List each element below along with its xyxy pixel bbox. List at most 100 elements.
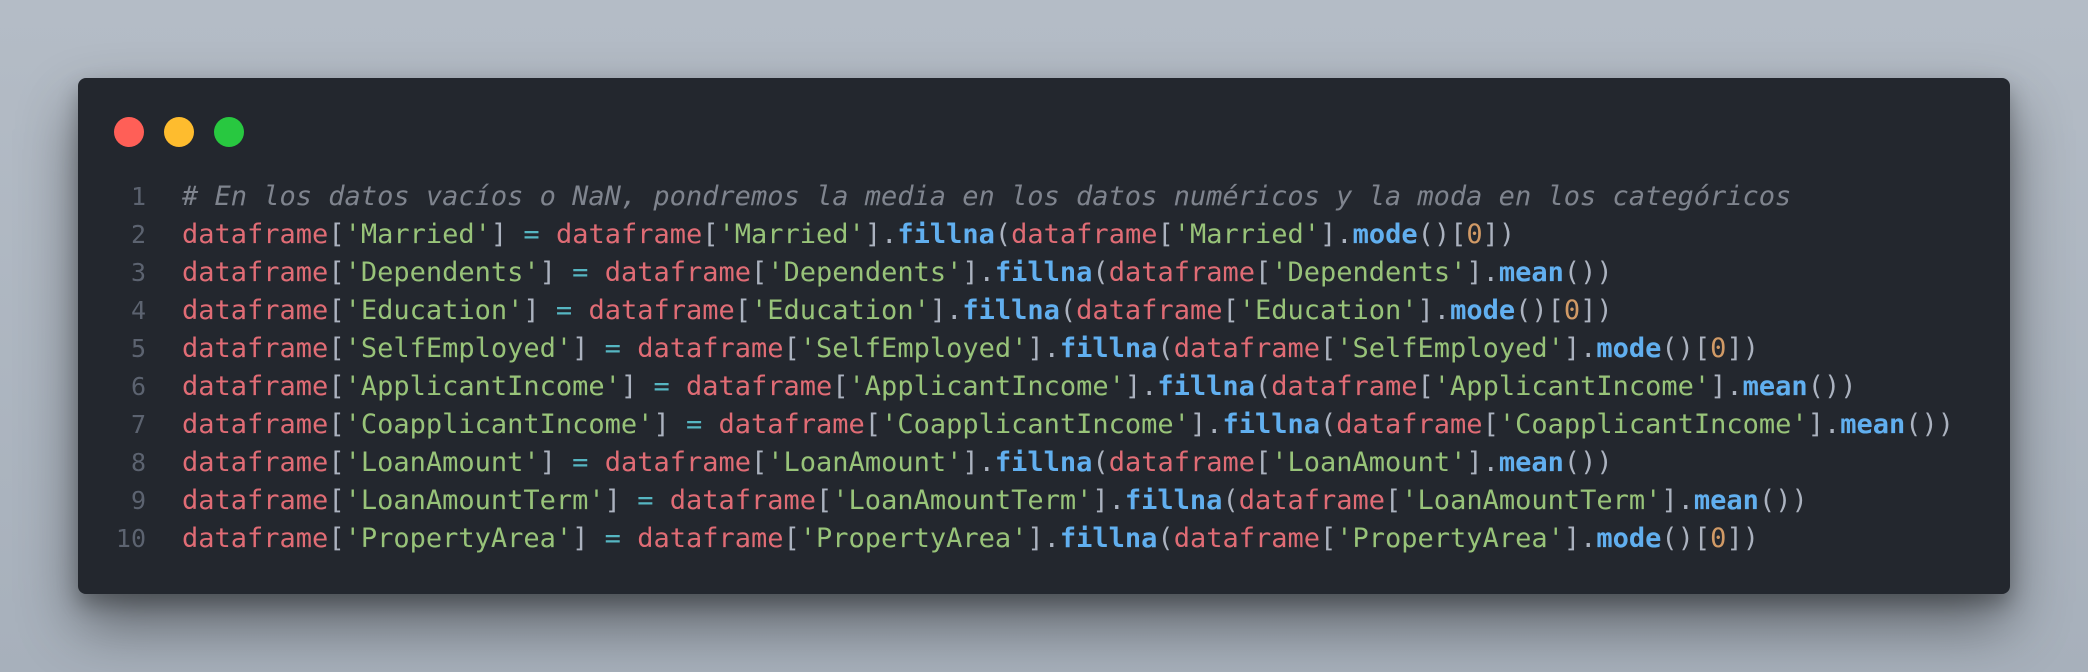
line-number: 5	[130, 334, 146, 363]
token-var: dataframe	[182, 409, 329, 440]
token-fn: fillna	[1124, 485, 1223, 516]
token-punc: [	[1417, 371, 1434, 402]
token-punc: (	[1222, 485, 1239, 516]
token-var: dataframe	[1076, 295, 1223, 326]
token-punc: ].	[1710, 371, 1743, 402]
line-number: 1	[130, 182, 146, 211]
token-punc: ())	[1563, 257, 1613, 288]
token-str: 'SelfEmployed'	[1336, 333, 1564, 364]
line-number: 2	[130, 220, 146, 249]
token-punc: ()[	[1417, 219, 1467, 250]
token-punc: ]	[604, 485, 621, 516]
token-fn: mean	[1742, 371, 1808, 402]
token-punc: ].	[1563, 333, 1597, 364]
token-str: 'LoanAmount'	[1271, 447, 1467, 478]
token-punc: [	[1255, 257, 1272, 288]
token-op: =	[507, 219, 556, 250]
line-code: dataframe['Dependents'] = dataframe['Dep…	[182, 254, 1613, 292]
token-str: 'ApplicantIncome'	[1433, 371, 1711, 402]
token-var: dataframe	[182, 257, 329, 288]
token-str: 'SelfEmployed'	[799, 333, 1028, 364]
line-code: dataframe['Married'] = dataframe['Marrie…	[182, 216, 1515, 254]
token-str: 'LoanAmount'	[344, 447, 540, 478]
token-punc: ].	[929, 295, 963, 326]
token-str: 'Education'	[751, 295, 930, 326]
token-op: =	[588, 333, 638, 364]
token-punc: ]	[539, 257, 556, 288]
token-punc: (	[1092, 447, 1109, 478]
token-punc: [	[1320, 523, 1337, 554]
token-str: 'ApplicantIncome'	[848, 371, 1125, 402]
token-punc: ].	[962, 257, 995, 288]
minimize-dot-icon[interactable]	[164, 117, 194, 147]
token-var: dataframe	[588, 295, 735, 326]
token-punc: [	[1157, 219, 1174, 250]
token-punc: ].	[1466, 447, 1499, 478]
token-op: =	[637, 371, 686, 402]
token-punc: [	[783, 523, 800, 554]
token-punc: [	[1320, 333, 1337, 364]
token-punc: ())	[1563, 447, 1613, 478]
token-punc: [	[328, 219, 345, 250]
token-punc: [	[1255, 447, 1272, 478]
token-punc: (	[1254, 371, 1272, 402]
line-code: dataframe['PropertyArea'] = dataframe['P…	[182, 520, 1759, 558]
close-dot-icon[interactable]	[114, 117, 144, 147]
token-str: 'CoapplicantIncome'	[344, 409, 654, 440]
token-punc: ].	[1417, 295, 1451, 326]
token-fn: fillna	[994, 257, 1093, 288]
token-var: dataframe	[182, 295, 329, 326]
token-punc: [	[832, 371, 849, 402]
token-punc: [	[751, 257, 768, 288]
token-punc: [	[1222, 295, 1239, 326]
token-str: 'Married'	[344, 219, 491, 250]
line-number: 10	[115, 524, 146, 553]
token-punc: [	[702, 219, 719, 250]
line-number: 8	[130, 448, 146, 477]
token-str: 'PropertyArea'	[344, 523, 573, 554]
token-punc: ].	[1027, 333, 1060, 364]
maximize-dot-icon[interactable]	[214, 117, 244, 147]
line-number: 6	[130, 372, 146, 401]
line-code: dataframe['CoapplicantIncome'] = datafra…	[182, 406, 1954, 444]
token-num: 0	[1563, 295, 1581, 326]
token-op: =	[588, 523, 638, 554]
token-punc: [	[734, 295, 752, 326]
token-str: 'Dependents'	[344, 257, 540, 288]
token-var: dataframe	[182, 333, 329, 364]
token-fn: mean	[1840, 409, 1906, 440]
token-str: 'Education'	[1238, 295, 1418, 326]
token-punc: ].	[864, 219, 898, 250]
token-var: dataframe	[604, 447, 752, 478]
token-punc: ].	[1466, 257, 1499, 288]
token-punc: (	[1092, 257, 1109, 288]
token-punc: ].	[1320, 219, 1353, 250]
token-punc: [	[328, 371, 345, 402]
token-var: dataframe	[669, 485, 817, 516]
line-code: dataframe['Education'] = dataframe['Educ…	[182, 292, 1613, 330]
token-punc: ())	[1905, 409, 1955, 440]
token-punc: [	[1482, 409, 1499, 440]
token-punc: ]	[572, 523, 589, 554]
line-number: 4	[130, 296, 146, 325]
token-var: dataframe	[1271, 371, 1418, 402]
token-punc: [	[328, 295, 345, 326]
token-punc: [	[1385, 485, 1402, 516]
token-op: =	[555, 447, 605, 478]
token-fn: fillna	[1059, 523, 1158, 554]
token-punc: [	[328, 409, 345, 440]
token-var: dataframe	[182, 371, 329, 402]
line-code: dataframe['ApplicantIncome'] = dataframe…	[182, 368, 1856, 406]
token-op: =	[669, 409, 719, 440]
token-str: 'ApplicantIncome'	[344, 371, 621, 402]
token-num: 0	[1710, 333, 1727, 364]
token-fn: fillna	[897, 219, 995, 250]
token-punc: ].	[1124, 371, 1158, 402]
token-fn: fillna	[962, 295, 1060, 326]
token-punc: (	[1319, 409, 1337, 440]
token-punc: (	[1157, 523, 1174, 554]
line-code: dataframe['LoanAmountTerm'] = dataframe[…	[182, 482, 1808, 520]
token-var: dataframe	[637, 333, 784, 364]
token-punc: ].	[1189, 409, 1223, 440]
token-fn: mode	[1596, 333, 1662, 364]
